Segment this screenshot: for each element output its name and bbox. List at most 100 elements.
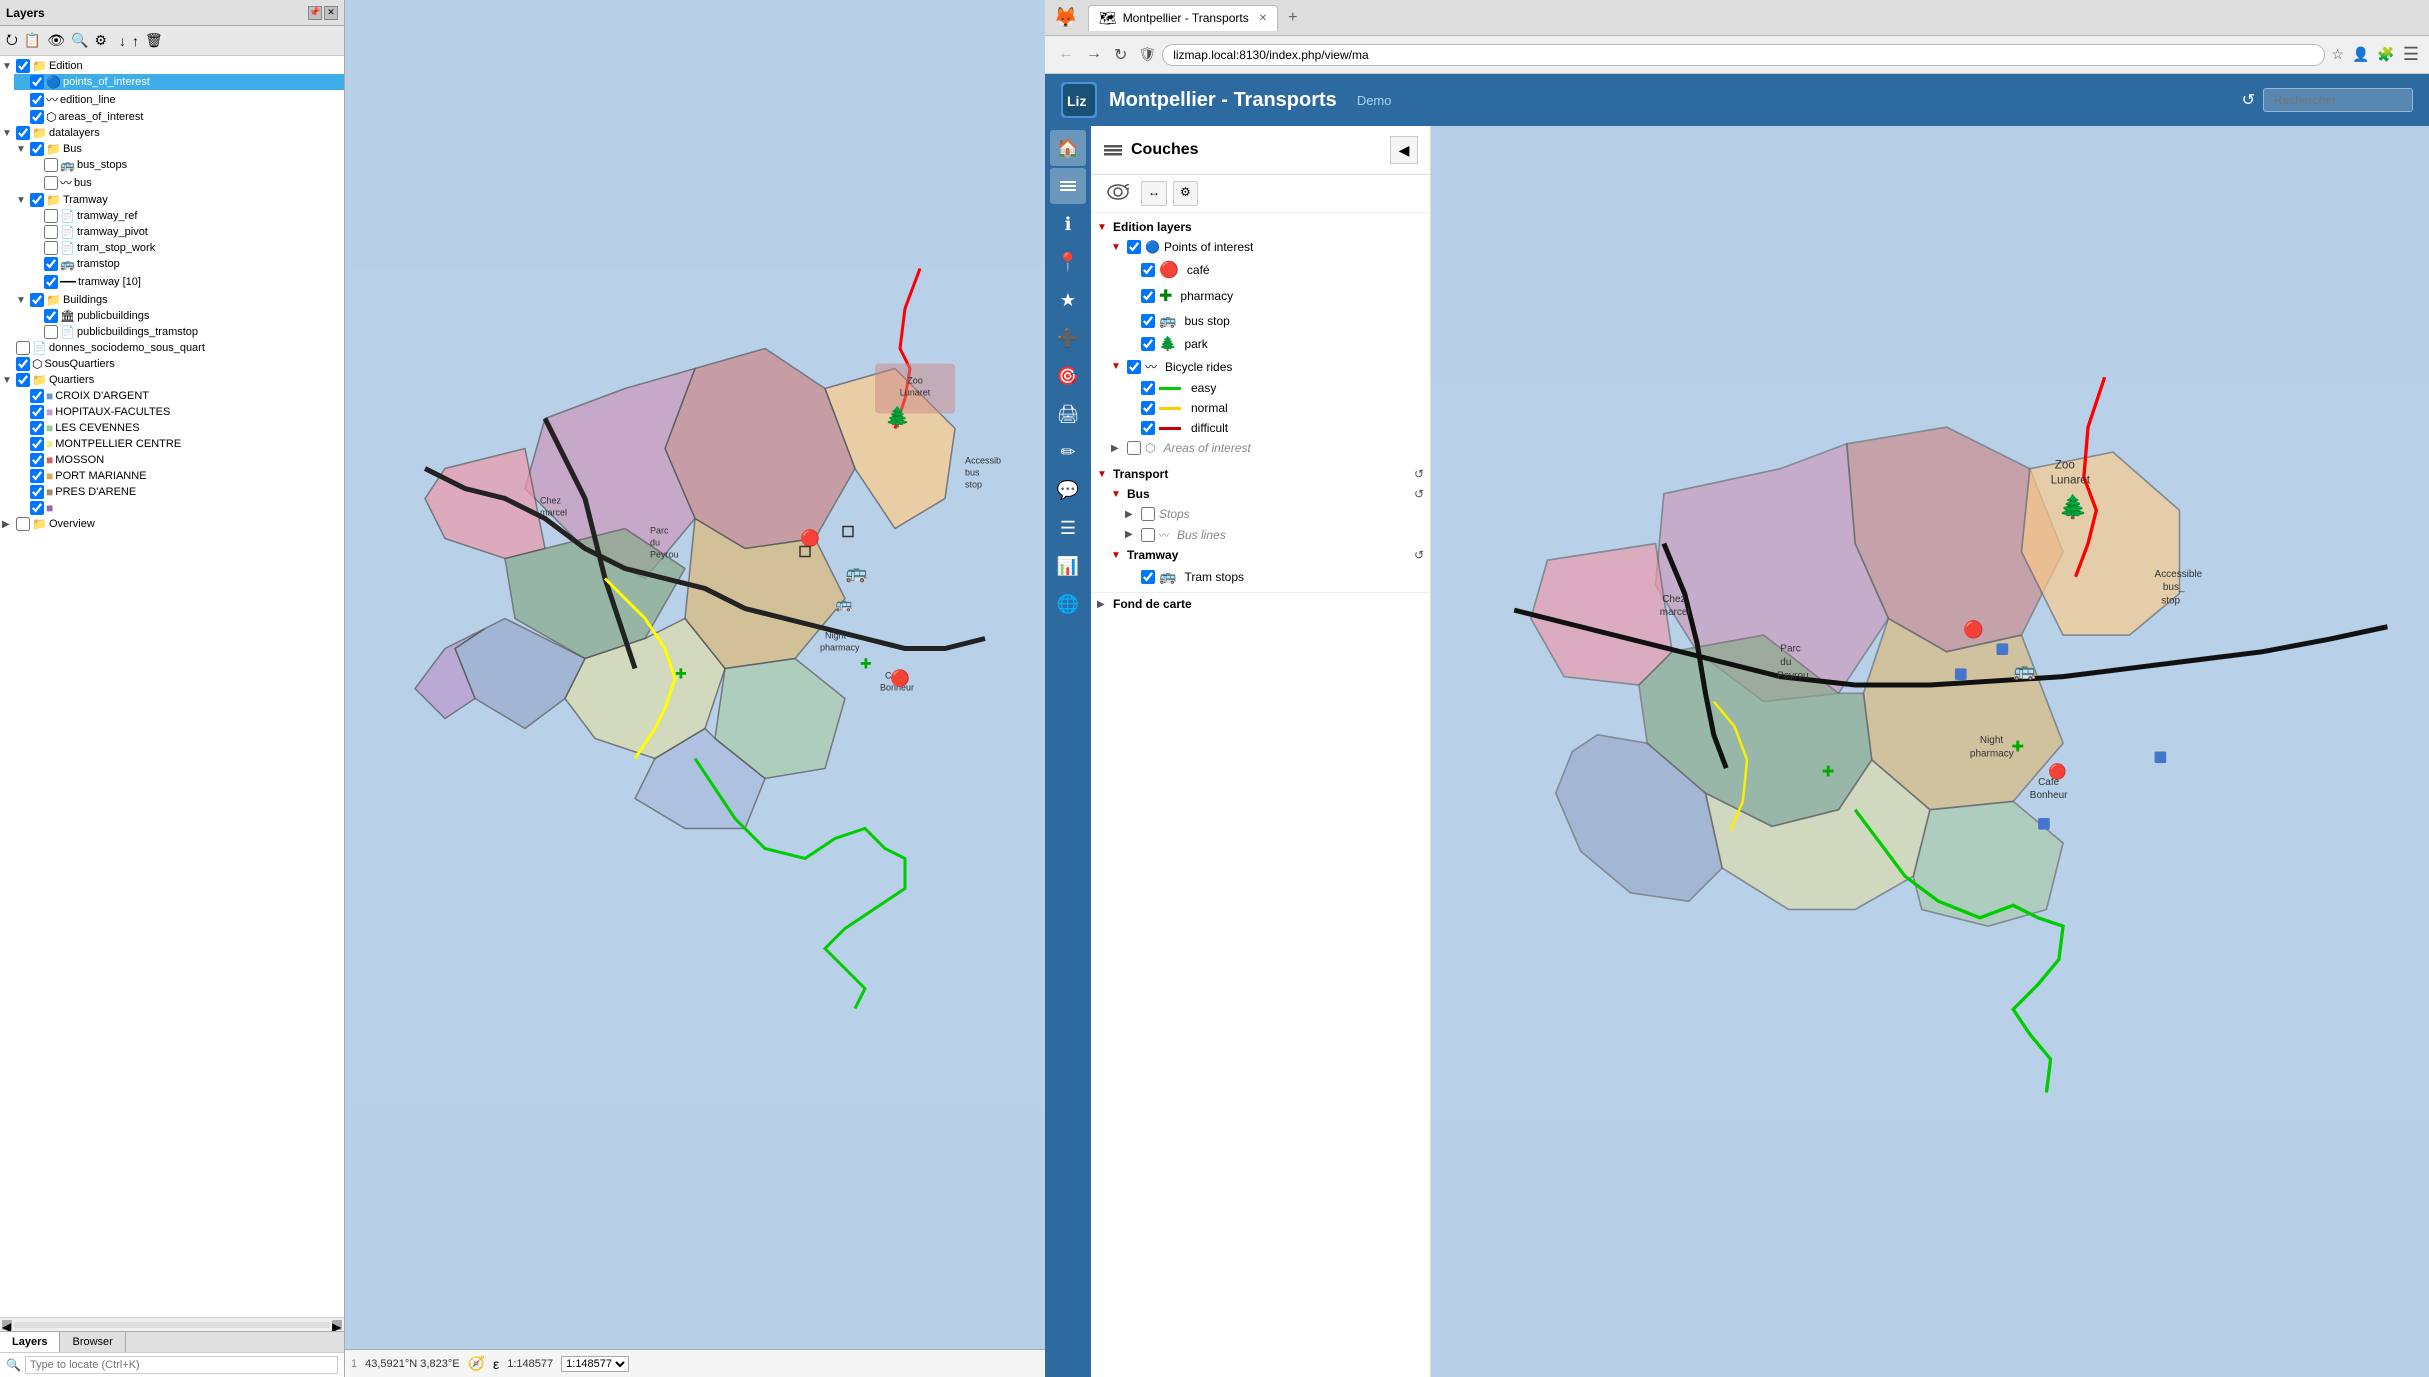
couche-bus-lines-arrow[interactable]: ▶ (1125, 529, 1137, 540)
tab-close-btn[interactable]: ✕ (1259, 13, 1267, 24)
layer-publicbuildings[interactable]: 🏛 publicbuildings (28, 308, 344, 324)
liz-btn-layers[interactable] (1050, 168, 1086, 204)
couche-cafe[interactable]: 🔴 café (1091, 257, 1430, 283)
couche-stops-arrow[interactable]: ▶ (1125, 509, 1137, 520)
toolbar-copy[interactable]: 📋 (22, 31, 43, 50)
layer-mosson[interactable]: ■ MOSSON (14, 452, 344, 468)
qgis-search-input[interactable] (25, 1356, 338, 1374)
check-port-marianne[interactable] (30, 469, 44, 483)
check-edition-line[interactable] (30, 93, 44, 107)
couche-stops-check[interactable] (1141, 507, 1155, 521)
layer-croix[interactable]: ■ CROIX D'ARGENT (14, 388, 344, 404)
bookmark-icon[interactable]: ☆ (2329, 44, 2346, 65)
couche-poi-group[interactable]: ▼ 🔵 Points of interest (1091, 237, 1430, 257)
check-croix[interactable] (30, 389, 44, 403)
couche-difficult-check[interactable] (1141, 421, 1155, 435)
check-quartiers[interactable] (16, 373, 30, 387)
check-tram-stop-work[interactable] (44, 241, 58, 255)
layer-edition[interactable]: ▼ 📁 Edition (0, 58, 344, 74)
liz-btn-edit[interactable]: ✏ (1050, 434, 1086, 470)
couche-poi-arrow[interactable]: ▼ (1111, 242, 1123, 253)
couche-bicycle-group[interactable]: ▼ 〰 Bicycle rides (1091, 355, 1430, 378)
liz-btn-add[interactable]: ➕ (1050, 320, 1086, 356)
layer-edition-line[interactable]: 〰 edition_line (14, 90, 344, 109)
layer-tram-stop-work[interactable]: 📄 tram_stop_work (28, 240, 344, 256)
check-tramstop[interactable] (44, 257, 58, 271)
qgis-pin-btn[interactable]: 📌 (308, 6, 322, 20)
couches-close-btn[interactable]: ◀ (1390, 136, 1418, 164)
couche-bus-stop[interactable]: 🚌 bus stop (1091, 309, 1430, 332)
tab-browser[interactable]: Browser (60, 1332, 125, 1352)
couche-stops[interactable]: ▶ Stops (1091, 504, 1430, 524)
layer-tramway-pivot[interactable]: 📄 tramway_pivot (28, 224, 344, 240)
toolbar-settings[interactable]: ⚙ (92, 31, 109, 50)
check-hopitaux[interactable] (30, 405, 44, 419)
layer-tramway-group[interactable]: ▼ 📁 Tramway (14, 192, 344, 208)
layer-pres-arene2[interactable]: ■ (14, 500, 344, 516)
couche-section-fond[interactable]: ▶ Fond de carte (1091, 592, 1430, 614)
layer-hopitaux[interactable]: ■ HOPITAUX-FACULTES (14, 404, 344, 420)
liz-btn-home[interactable]: 🏠 (1050, 130, 1086, 166)
toolbar-visibility[interactable]: 👁 (45, 31, 67, 50)
check-pres-arene[interactable] (30, 485, 44, 499)
check-publicbuildings[interactable] (44, 309, 58, 323)
layer-sousquartiers[interactable]: ⬡ SousQuartiers (0, 356, 344, 372)
expand-datalayers[interactable]: ▼ (2, 128, 16, 139)
couche-transport-arrow[interactable]: ▼ (1097, 469, 1109, 480)
couche-tramway-refresh[interactable]: ↺ (1414, 548, 1424, 562)
couche-park[interactable]: 🌲 park (1091, 332, 1430, 355)
toolbar-move-up[interactable]: ↑ (130, 32, 141, 50)
couche-bicycle-check[interactable] (1127, 360, 1141, 374)
layer-tramway[interactable]: — tramway [10] (28, 272, 344, 292)
check-tramway-group[interactable] (30, 193, 44, 207)
check-mosson[interactable] (30, 453, 44, 467)
couches-expand-btn[interactable]: ↔ (1141, 181, 1167, 206)
toolbar-filter[interactable]: 🔍 (69, 31, 90, 50)
expand-buildings[interactable]: ▼ (16, 295, 30, 306)
url-input[interactable] (1162, 44, 2325, 66)
forward-btn[interactable]: → (1081, 43, 1107, 67)
layer-buildings-group[interactable]: ▼ 📁 Buildings (14, 292, 344, 308)
couche-normal-check[interactable] (1141, 401, 1155, 415)
couche-poi-check[interactable] (1127, 240, 1141, 254)
couche-bus-stop-check[interactable] (1141, 314, 1155, 328)
hscroll-right[interactable]: ▶ (332, 1320, 342, 1330)
expand-tramway[interactable]: ▼ (16, 195, 30, 206)
toolbar-delete[interactable]: 🗑 (143, 31, 165, 50)
check-tramway-ref[interactable] (44, 209, 58, 223)
couche-bus-lines-check[interactable] (1141, 528, 1155, 542)
browser-tab-active[interactable]: 🗺 Montpellier - Transports ✕ (1088, 5, 1278, 31)
layer-donnes[interactable]: 📄 donnes_sociodemo_sous_quart (0, 340, 344, 356)
couche-normal[interactable]: normal (1091, 398, 1430, 418)
layer-datalayers[interactable]: ▼ 📁 datalayers (0, 125, 344, 141)
layer-cevennes[interactable]: ■ LES CEVENNES (14, 420, 344, 436)
layer-quartiers[interactable]: ▼ 📁 Quartiers (0, 372, 344, 388)
lizmap-refresh-btn[interactable]: ↺ (2242, 90, 2255, 110)
layer-bus[interactable]: 〰 bus (28, 173, 344, 192)
couche-aoi[interactable]: ▶ ⬡ Areas of interest (1091, 438, 1430, 458)
hscroll-left[interactable]: ◀ (2, 1320, 12, 1330)
qgis-close-btn[interactable]: ✕ (324, 6, 338, 20)
liz-btn-info[interactable]: ℹ (1050, 206, 1086, 242)
check-aoi[interactable] (30, 110, 44, 124)
lizmap-search-input[interactable] (2263, 88, 2413, 112)
toolbar-add-layer[interactable]: ⭮ (4, 28, 20, 54)
check-edition[interactable] (16, 59, 30, 73)
menu-icon[interactable]: ☰ (2401, 42, 2421, 67)
couche-cafe-check[interactable] (1141, 263, 1155, 277)
layer-publicbuildings-tramstop[interactable]: 📄 publicbuildings_tramstop (28, 324, 344, 340)
couche-difficult[interactable]: difficult (1091, 418, 1430, 438)
check-tramway[interactable] (44, 275, 58, 289)
couche-park-check[interactable] (1141, 337, 1155, 351)
check-tramway-pivot[interactable] (44, 225, 58, 239)
scale-select[interactable]: 1:148577 (561, 1356, 629, 1372)
check-overview[interactable] (16, 517, 30, 531)
firefox-icon[interactable]: 🦊 (1053, 5, 1078, 30)
couche-fond-arrow[interactable]: ▶ (1097, 599, 1109, 610)
check-pres-arene2[interactable] (30, 501, 44, 515)
couche-aoi-check[interactable] (1127, 441, 1141, 455)
couche-easy[interactable]: easy (1091, 378, 1430, 398)
check-sousquartiers[interactable] (16, 357, 30, 371)
couche-transport-refresh[interactable]: ↺ (1414, 467, 1424, 481)
liz-btn-chart[interactable]: 📊 (1050, 548, 1086, 584)
